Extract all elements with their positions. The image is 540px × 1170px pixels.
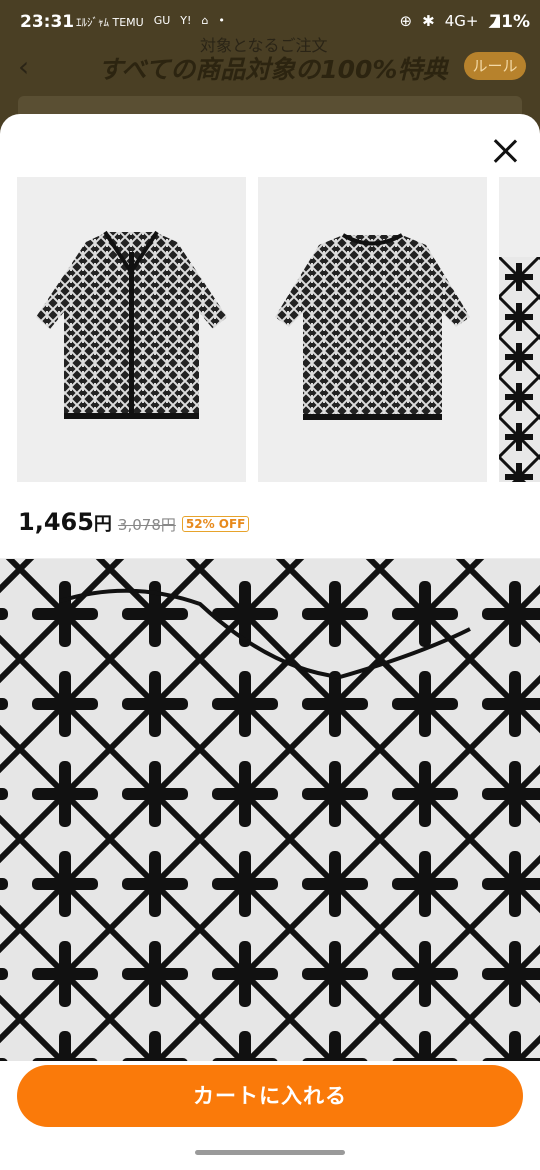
bluetooth-icon: ✱ — [422, 12, 435, 30]
status-right: ⊕ ✱ 4G+ ◢ — [400, 12, 500, 30]
product-sheet: 1,465 円 3,078円 52% OFF カートに入れる — [0, 114, 540, 1170]
price-unit: 円 — [93, 514, 112, 535]
rule-button[interactable]: ルール — [464, 52, 526, 80]
price-row: 1,465 円 3,078円 52% OFF — [18, 508, 250, 544]
notif-icon-yahoo: Y! — [180, 14, 192, 27]
product-detail-image[interactable] — [0, 559, 540, 1061]
battery-level: 71% — [489, 12, 530, 32]
product-image-back[interactable] — [258, 177, 487, 482]
network-label: 4G+ — [444, 12, 479, 30]
product-image-detail-preview[interactable] — [499, 177, 540, 482]
status-time: 23:31 — [20, 12, 75, 32]
home-icon: ⌂ — [201, 14, 209, 27]
background-header: ‹ 対象となるご注文 すべての商品対象の100%特典 ルール — [0, 30, 540, 94]
product-image-carousel[interactable] — [17, 177, 540, 482]
sale-price: 1,465 — [18, 508, 94, 536]
discount-badge: 52% OFF — [181, 516, 250, 532]
home-indicator — [195, 1150, 345, 1155]
notif-icon-temu: ｴﾙｼﾞｬﾑ TEMU — [76, 16, 144, 29]
status-app-icons: ｴﾙｼﾞｬﾑ TEMU GU Y! ⌂ • — [76, 14, 225, 30]
original-price: 3,078円 — [117, 516, 176, 534]
add-to-cart-button[interactable]: カートに入れる — [17, 1065, 523, 1127]
close-icon[interactable] — [490, 136, 520, 166]
dot-icon: • — [218, 14, 225, 27]
promo-title: すべての商品対象の100%特典 — [98, 55, 448, 84]
notif-icon-gu: GU — [153, 14, 171, 27]
back-icon[interactable]: ‹ — [18, 50, 29, 83]
product-image-front[interactable] — [17, 177, 246, 482]
alarm-icon: ⊕ — [399, 12, 413, 30]
